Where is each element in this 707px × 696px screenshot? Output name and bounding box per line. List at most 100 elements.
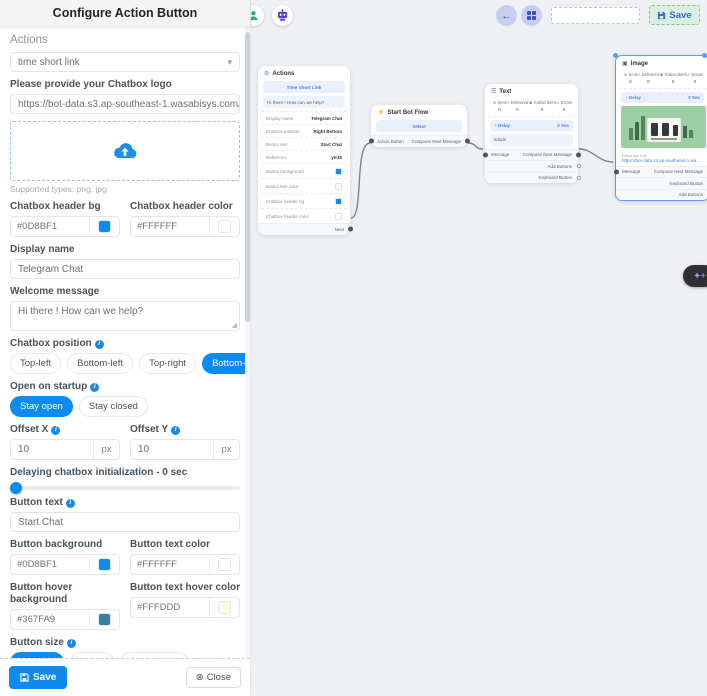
button-text-color-swatch-button[interactable]: [209, 555, 239, 574]
offset-x-label-text: Offset X: [10, 424, 48, 435]
button-size-label-text: Button size: [10, 637, 64, 648]
configure-panel: Configure Action Button Actions time sho…: [0, 0, 251, 696]
output-port[interactable]: [465, 139, 470, 144]
header-bg-swatch: [98, 220, 111, 233]
stat-value: 0: [498, 107, 501, 112]
input-port[interactable]: [614, 169, 619, 174]
sent-icon: ➤: [624, 72, 628, 77]
delivered-icon: ✔: [506, 100, 510, 105]
offset-y-field[interactable]: 10 px: [130, 439, 240, 460]
button-bg-swatch-button[interactable]: [89, 555, 119, 574]
panel-footer: Save ⊗ Close: [0, 658, 250, 696]
welcome-message-textarea[interactable]: Hi there ! How can we help? ◢: [10, 301, 240, 331]
button-text-color-label: Button text color: [130, 539, 240, 551]
ai-assistant-button[interactable]: ✦+: [683, 265, 707, 287]
stat-value: 0: [541, 107, 544, 112]
stat-label: Subscribers: [665, 72, 687, 77]
node-row: Button text color: [261, 178, 347, 193]
delay-value: 0 Sec: [688, 95, 700, 100]
button-text-hover-color-field[interactable]: #FFFDDD: [130, 597, 240, 618]
header-color-swatch-button[interactable]: [209, 217, 239, 236]
canvas-save-button[interactable]: Save: [649, 5, 700, 25]
stat-label: Delivered: [511, 100, 529, 105]
row-value: Telegram Chat: [311, 116, 342, 121]
resource-info-link[interactable]: https://bot-data.s3.ap-southeast-1.wasab…: [616, 158, 707, 166]
image-thumbnail[interactable]: [621, 106, 704, 150]
stat-label: Delivered: [642, 72, 660, 77]
stat-value: 0: [563, 107, 566, 112]
info-icon: i: [95, 340, 104, 349]
bot-button[interactable]: [272, 5, 293, 26]
output-port[interactable]: [577, 164, 581, 168]
flow-canvas[interactable]: ← Save ⚙ Actions Time Short Link: [251, 0, 707, 696]
output-port[interactable]: [576, 152, 581, 157]
image-thumbnail-graphic: [621, 106, 706, 148]
logo-dropzone[interactable]: [10, 121, 240, 181]
share-button[interactable]: [251, 5, 264, 26]
delay-label: Delay: [498, 123, 510, 128]
compose-next-port-label: Compose Next Message: [523, 152, 572, 157]
header-bg-field[interactable]: #0D8BF1: [10, 216, 120, 237]
node-image-footer: Message Compose Next Message Keyboard Bu…: [616, 166, 707, 201]
node-row: Button text Start Chat: [261, 137, 347, 150]
node-actions-pill: Time Short Link: [263, 81, 345, 93]
position-option-top-right[interactable]: Top-right: [139, 353, 196, 374]
input-port[interactable]: [369, 139, 374, 144]
position-option-top-left[interactable]: Top-left: [10, 353, 61, 374]
row-swatch: [335, 213, 342, 220]
node-start-select-button[interactable]: Select: [376, 120, 462, 132]
fit-view-button[interactable]: [521, 5, 542, 26]
node-start-bot-flow[interactable]: ⚡ Start Bot Flow Select Action Button Co…: [371, 105, 467, 147]
button-bg-value: #0D8BF1: [11, 555, 89, 574]
actions-select[interactable]: time short link ▾: [10, 52, 240, 72]
row-value: Right Bottom: [314, 129, 343, 134]
button-hover-bg-field[interactable]: #367FA9: [10, 609, 120, 630]
position-option-bottom-right[interactable]: Bottom-right: [202, 353, 250, 374]
button-text-hover-color-swatch-button[interactable]: [209, 598, 239, 617]
selection-handle[interactable]: [613, 53, 618, 58]
close-button[interactable]: ⊗ Close: [186, 667, 241, 688]
compose-next-port-label: Compose Next Message: [654, 169, 703, 174]
button-hover-bg-swatch: [98, 613, 111, 626]
sidebar-scrollbar[interactable]: [245, 26, 250, 658]
resize-handle-icon[interactable]: ◢: [232, 321, 237, 329]
display-name-input[interactable]: Telegram Chat: [10, 259, 240, 279]
header-color-field[interactable]: #FFFFFF: [130, 216, 240, 237]
node-image-delay: ◔ Delay 0 Sec: [621, 92, 704, 103]
logo-label: Please provide your Chatbox logo: [10, 79, 240, 91]
position-option-bottom-left[interactable]: Bottom-left: [67, 353, 133, 374]
sidebar-scrollbar-thumb[interactable]: [245, 32, 250, 322]
flow-title-input[interactable]: [551, 7, 640, 24]
button-text-color-field[interactable]: #FFFFFF: [130, 554, 240, 575]
offset-x-field[interactable]: 10 px: [10, 439, 120, 460]
row-label: Chatbox position: [266, 129, 300, 134]
delay-value: 0 Sec: [557, 123, 569, 128]
selection-handle[interactable]: [702, 53, 707, 58]
node-actions-title: ⚙ Actions: [258, 66, 350, 80]
header-bg-swatch-button[interactable]: [89, 217, 119, 236]
node-image-title: ▣ Image: [616, 56, 707, 70]
delay-slider-thumb[interactable]: [10, 482, 22, 494]
offset-x-unit: px: [93, 440, 119, 459]
button-hover-bg-swatch-button[interactable]: [89, 610, 119, 629]
app-root: Configure Action Button Actions time sho…: [0, 0, 707, 696]
output-port[interactable]: [577, 176, 581, 180]
supported-types-text: Supported types: png, jpg: [10, 184, 240, 194]
node-actions[interactable]: ⚙ Actions Time Short Link Hi there ! How…: [258, 66, 350, 235]
startup-option-stay-closed[interactable]: Stay closed: [79, 396, 148, 417]
button-bg-field[interactable]: #0D8BF1: [10, 554, 120, 575]
input-port[interactable]: [483, 152, 488, 157]
save-button[interactable]: Save: [9, 666, 67, 689]
delay-slider[interactable]: [10, 486, 240, 490]
output-port[interactable]: [348, 227, 353, 232]
startup-option-stay-open[interactable]: Stay open: [10, 396, 73, 417]
button-text-hover-color-value: #FFFDDD: [131, 598, 209, 617]
info-icon: i: [67, 639, 76, 648]
back-button[interactable]: ←: [496, 5, 517, 26]
button-text-input[interactable]: Start Chat: [10, 512, 240, 532]
node-row: Chatbox position Right Bottom: [261, 124, 347, 137]
logo-url-input[interactable]: https://bot-data.s3.ap-southeast-1.wasab…: [10, 94, 240, 114]
node-image[interactable]: ▣ Image ➤Sent0 ✔Delivered0 ☻Subscribers0…: [615, 55, 707, 201]
node-text[interactable]: ☰ Text ➤Sent0 ✔Delivered0 ☻Subscribers0 …: [485, 84, 578, 183]
row-label: Reference: [266, 155, 287, 160]
